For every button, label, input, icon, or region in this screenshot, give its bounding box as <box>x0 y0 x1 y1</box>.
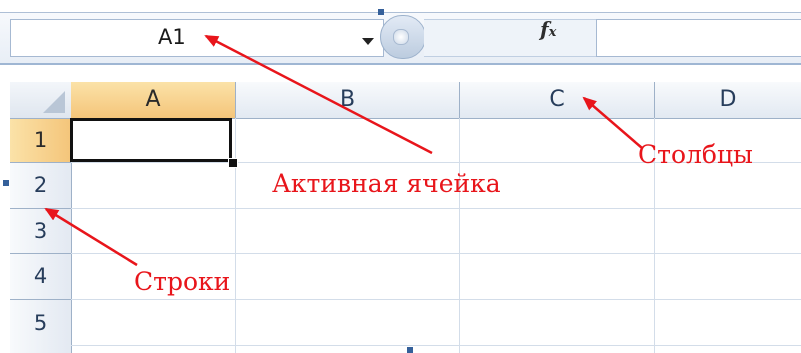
annotation-rows: Строки <box>134 267 231 296</box>
annotation-columns: Столбцы <box>638 140 753 169</box>
annotation-active-cell: Активная ячейка <box>272 169 501 198</box>
arrow-to-column-header <box>582 96 643 149</box>
arrow-to-row-header <box>44 207 138 267</box>
spreadsheet-window: A1 fx A B C D 1 2 3 4 5 Активная ячейка … <box>0 0 801 353</box>
arrow-to-name-box <box>204 34 433 155</box>
